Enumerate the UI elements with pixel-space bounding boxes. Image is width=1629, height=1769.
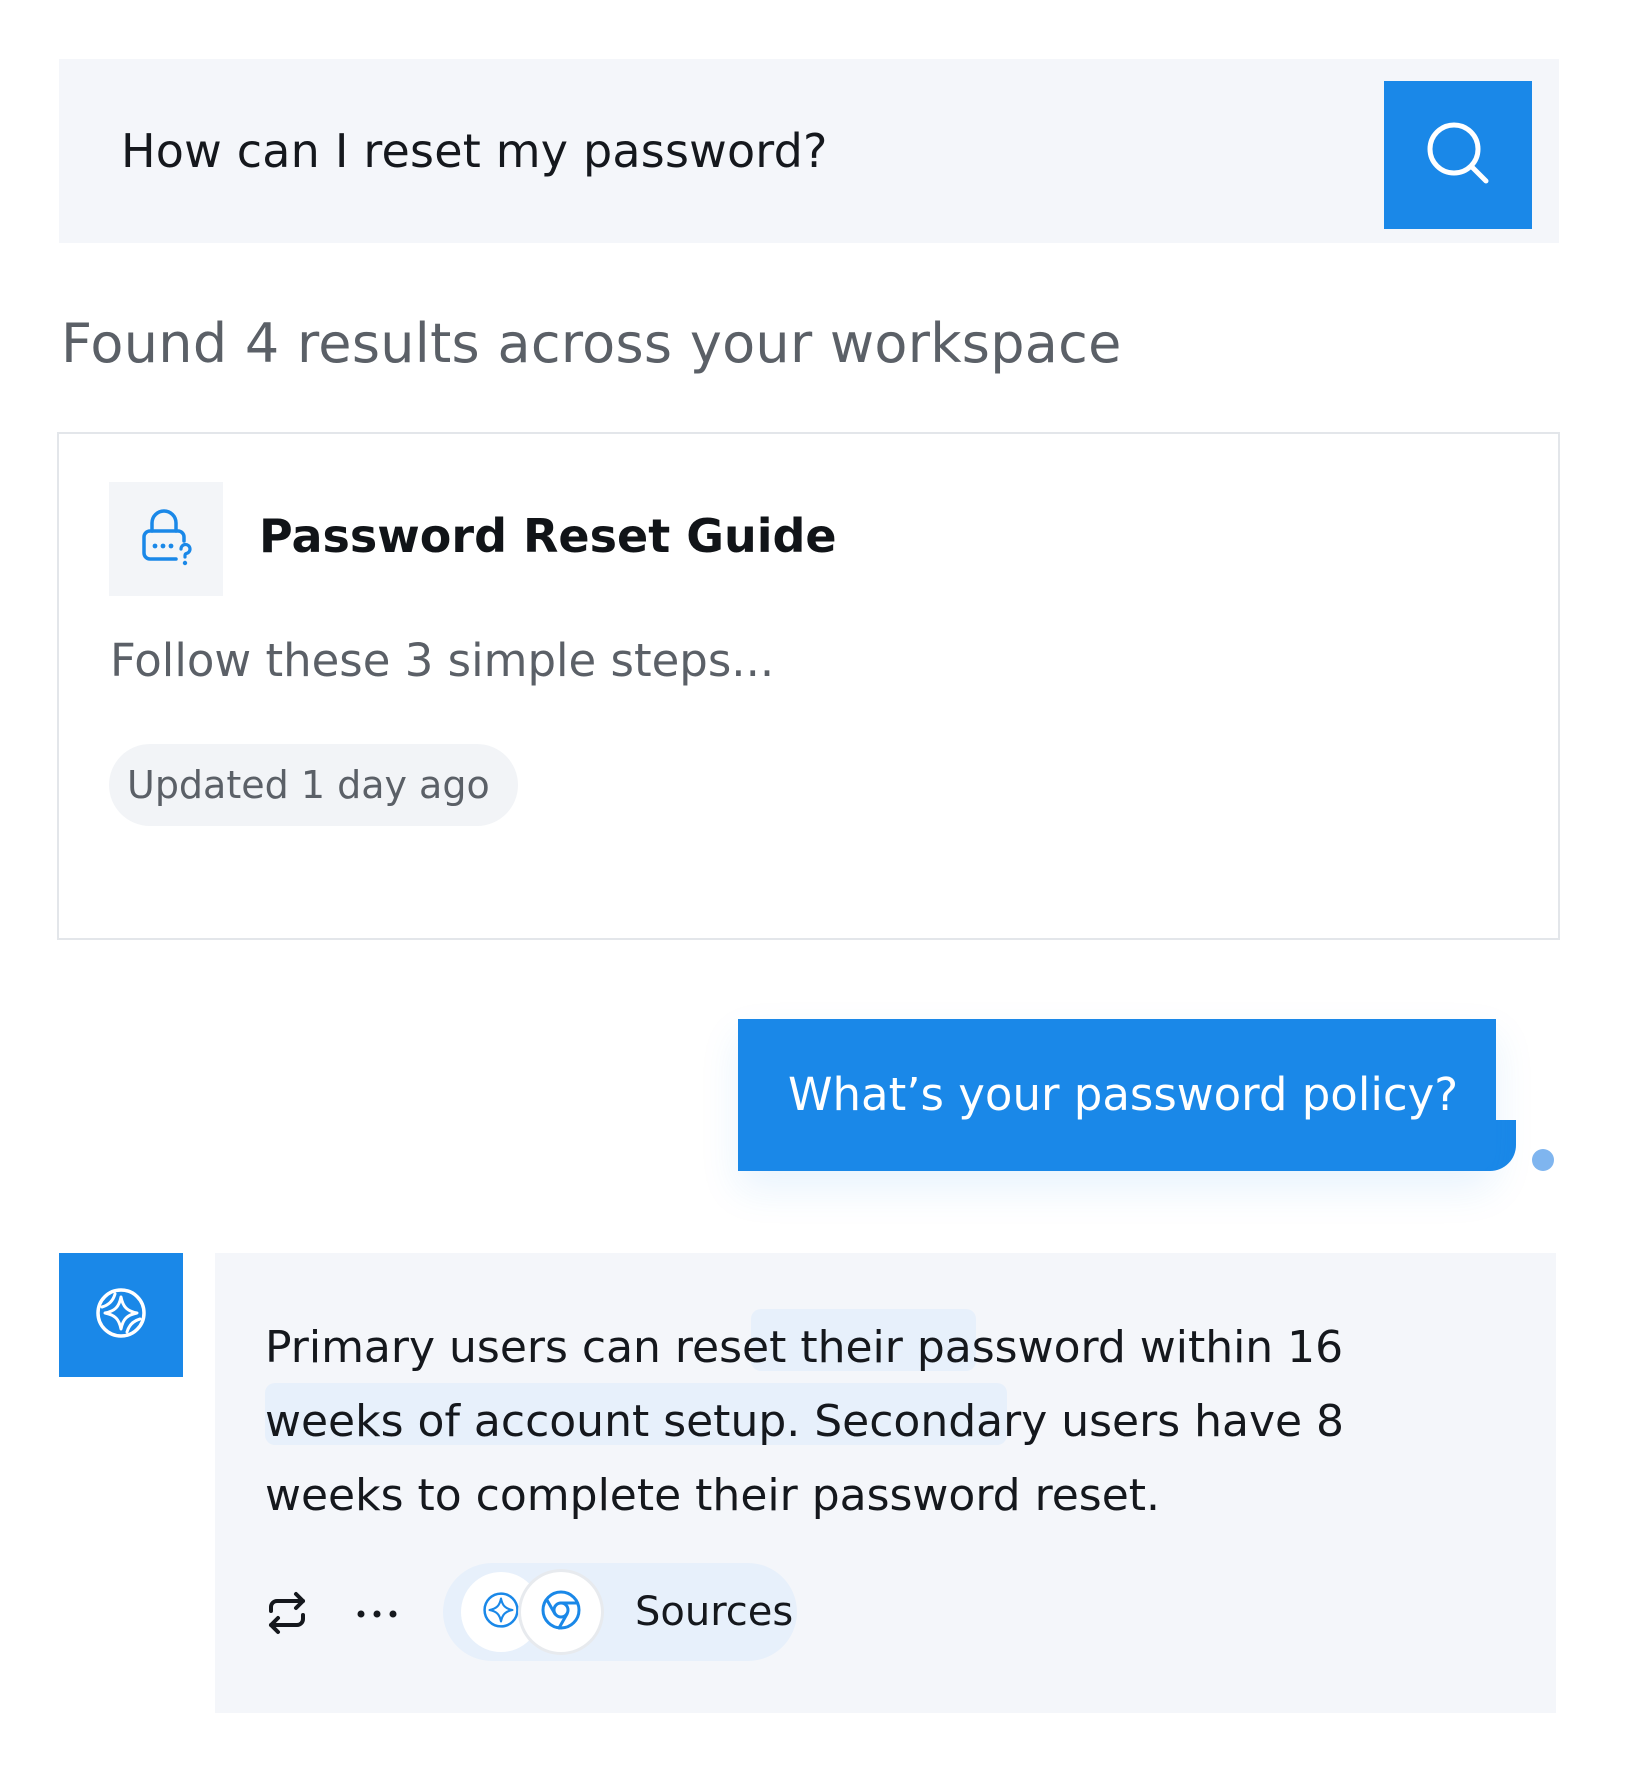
search-input[interactable]: How can I reset my password?	[121, 59, 828, 243]
updated-badge: Updated 1 day ago	[109, 744, 518, 826]
search-icon	[1422, 117, 1494, 193]
more-options-button[interactable]	[347, 1577, 407, 1637]
regenerate-button[interactable]	[263, 1589, 311, 1637]
ellipsis-icon	[355, 1584, 399, 1630]
search-bar: How can I reset my password?	[59, 59, 1559, 243]
lock-question-icon	[136, 505, 196, 573]
assistant-logo-icon	[481, 1590, 521, 1634]
message-status-dot	[1532, 1149, 1554, 1171]
assistant-message-panel: Primary users can reset their password w…	[215, 1253, 1556, 1713]
chrome-icon	[539, 1588, 583, 1636]
assistant-logo-icon	[93, 1285, 149, 1345]
results-summary: Found 4 results across your workspace	[61, 312, 1122, 375]
result-icon-box	[109, 482, 223, 596]
assistant-avatar	[59, 1253, 183, 1377]
result-card[interactable]: Password Reset Guide Follow these 3 simp…	[57, 432, 1560, 940]
sources-label: Sources	[635, 1589, 794, 1635]
repeat-icon	[263, 1592, 311, 1641]
sources-button[interactable]: Sources	[443, 1563, 797, 1661]
source-avatar	[521, 1572, 601, 1652]
user-message-bubble: What’s your password policy?	[738, 1019, 1496, 1171]
search-button[interactable]	[1384, 81, 1532, 229]
result-title: Password Reset Guide	[259, 509, 837, 563]
result-snippet: Follow these 3 simple steps...	[110, 634, 775, 687]
assistant-message-text: Primary users can reset their password w…	[265, 1322, 1345, 1521]
message-actions: Sources	[263, 1563, 863, 1661]
